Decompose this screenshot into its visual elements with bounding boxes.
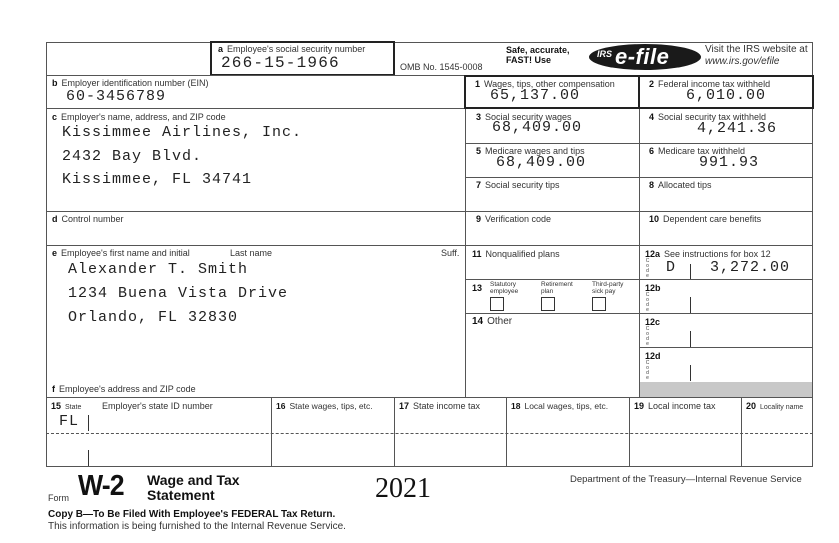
third-party-sick-pay-checkbox[interactable]	[592, 297, 606, 311]
employee-street-line[interactable]: 1234 Buena Vista Drive	[68, 286, 288, 302]
form-code: W-2	[78, 470, 125, 502]
omb-number: OMB No. 1545-0008	[400, 62, 483, 72]
box3-value[interactable]: 68,409.00	[492, 120, 582, 136]
shaded-area	[640, 382, 812, 397]
irs-efile-logo: IRS e-file	[589, 44, 701, 70]
box14-label: 14 Other	[472, 316, 513, 327]
form-top-border	[46, 42, 813, 43]
box12c-code-divider	[690, 331, 691, 347]
statutory-employee-checkbox[interactable]	[490, 297, 504, 311]
col19-20-divider	[741, 397, 742, 466]
ein-bottom	[46, 108, 466, 109]
tax-year: 2021	[375, 473, 431, 504]
box15-state-id-label: Employer's state ID number	[102, 401, 213, 411]
box12a-code[interactable]: D	[666, 260, 676, 276]
box12a-amount[interactable]: 3,272.00	[710, 260, 790, 276]
box12a-label: 12a See instructions for box 12	[645, 249, 771, 259]
box13-bottom	[465, 313, 639, 314]
control-number-label: d Control number	[52, 214, 124, 224]
box12a-code-caption: Code	[645, 258, 650, 279]
box9-label: 9 Verification code	[476, 214, 552, 224]
box11-label: 11 Nonqualified plans	[472, 249, 560, 259]
box2-value[interactable]: 6,010.00	[686, 88, 766, 104]
box12c-bottom	[639, 347, 813, 348]
irs-logo-text: IRS	[597, 49, 613, 59]
box4-value[interactable]: 4,241.36	[697, 121, 777, 137]
state-row-separator	[46, 433, 813, 434]
employee-name-line[interactable]: Alexander T. Smith	[68, 262, 248, 278]
form-word: Form	[48, 493, 69, 503]
box6-value[interactable]: 991.93	[699, 155, 759, 171]
box12b-code-divider	[690, 297, 691, 313]
col17-18-divider	[506, 397, 507, 466]
irs-website-note: Visit the IRS website at www.irs.gov/efi…	[705, 44, 808, 67]
box19-label: 19 Local income tax	[634, 401, 716, 411]
box18-label: 18 Local wages, tips, etc.	[511, 401, 609, 411]
box15-label: 15 State	[51, 401, 82, 411]
employee-last-name-label: Last name	[230, 248, 273, 258]
info-line: This information is being furnished to t…	[48, 521, 346, 532]
state-code-row1[interactable]: FL	[59, 414, 79, 430]
left-right-divider	[465, 75, 466, 397]
col18-19-divider	[629, 397, 630, 466]
box12c-code-caption: Code	[645, 326, 650, 347]
ein-label: b Employer identification number (EIN)	[52, 78, 209, 88]
employee-suffix-label: Suff.	[441, 248, 460, 258]
employer-name-label: c Employer's name, address, and ZIP code	[52, 112, 226, 122]
retirement-plan-label: Retirement plan	[541, 281, 573, 295]
third-party-sick-pay-label: Third-party sick pay	[592, 281, 624, 295]
box12d-code-divider	[690, 365, 691, 381]
employee-section-bottom	[46, 397, 813, 398]
ssn-label: a Employee's social security number	[218, 44, 366, 54]
state-id-divider-row2	[88, 450, 89, 466]
form-bottom-border	[46, 466, 813, 467]
w2-form: a Employee's social security number 266-1…	[0, 0, 839, 543]
row34-bottom	[465, 143, 813, 144]
box7-label: 7 Social security tips	[476, 180, 560, 190]
department-line: Department of the Treasury—Internal Reve…	[570, 474, 802, 485]
employer-address-line[interactable]: 2432 Bay Blvd.	[62, 149, 202, 165]
statutory-employee-label: Statutory employee	[490, 281, 519, 295]
row78-bottom	[465, 211, 813, 212]
retirement-plan-checkbox[interactable]	[541, 297, 555, 311]
box10-label: 10 Dependent care benefits	[649, 214, 762, 224]
employee-address-label: f Employee's address and ZIP code	[52, 384, 196, 394]
efile-promo: Safe, accurate, FAST! Use	[506, 45, 570, 65]
box12d-code-caption: Code	[645, 360, 650, 381]
ssn-value: 266-15-1966	[221, 54, 340, 72]
box20-label: 20 Locality name	[746, 401, 804, 411]
ein-value[interactable]: 60-3456789	[66, 89, 166, 105]
col16-17-divider	[394, 397, 395, 466]
box16-label: 16 State wages, tips, etc.	[276, 401, 373, 411]
copy-b-line: Copy B—To Be Filed With Employee's FEDER…	[48, 509, 336, 520]
box17-label: 17 State income tax	[399, 401, 481, 411]
efile-logo-text: e-file	[615, 44, 670, 69]
row56-bottom	[465, 177, 813, 178]
employer-name-line1[interactable]: Kissimmee Airlines, Inc.	[62, 125, 302, 141]
col15-16-divider	[271, 397, 272, 466]
box12a-bottom	[639, 279, 813, 280]
box12a-code-divider	[690, 264, 691, 280]
form-title: Wage and Tax Statement	[147, 472, 240, 503]
employer-city-line[interactable]: Kissimmee, FL 34741	[62, 172, 252, 188]
box5-value[interactable]: 68,409.00	[496, 155, 586, 171]
box8-label: 8 Allocated tips	[649, 180, 712, 190]
control-row-bottom	[46, 245, 813, 246]
employee-city-line[interactable]: Orlando, FL 32830	[68, 310, 238, 326]
box12b-code-caption: Code	[645, 292, 650, 313]
box1-value[interactable]: 65,137.00	[490, 88, 580, 104]
right-col-divider	[639, 75, 640, 397]
state-id-divider-row1	[88, 415, 89, 431]
box13-number: 13	[472, 283, 483, 293]
employee-name-label: e Employee's first name and initial	[52, 248, 190, 258]
employer-bottom	[46, 211, 466, 212]
box12b-bottom	[639, 313, 813, 314]
box11-bottom	[465, 279, 639, 280]
form-left-border	[46, 42, 47, 466]
